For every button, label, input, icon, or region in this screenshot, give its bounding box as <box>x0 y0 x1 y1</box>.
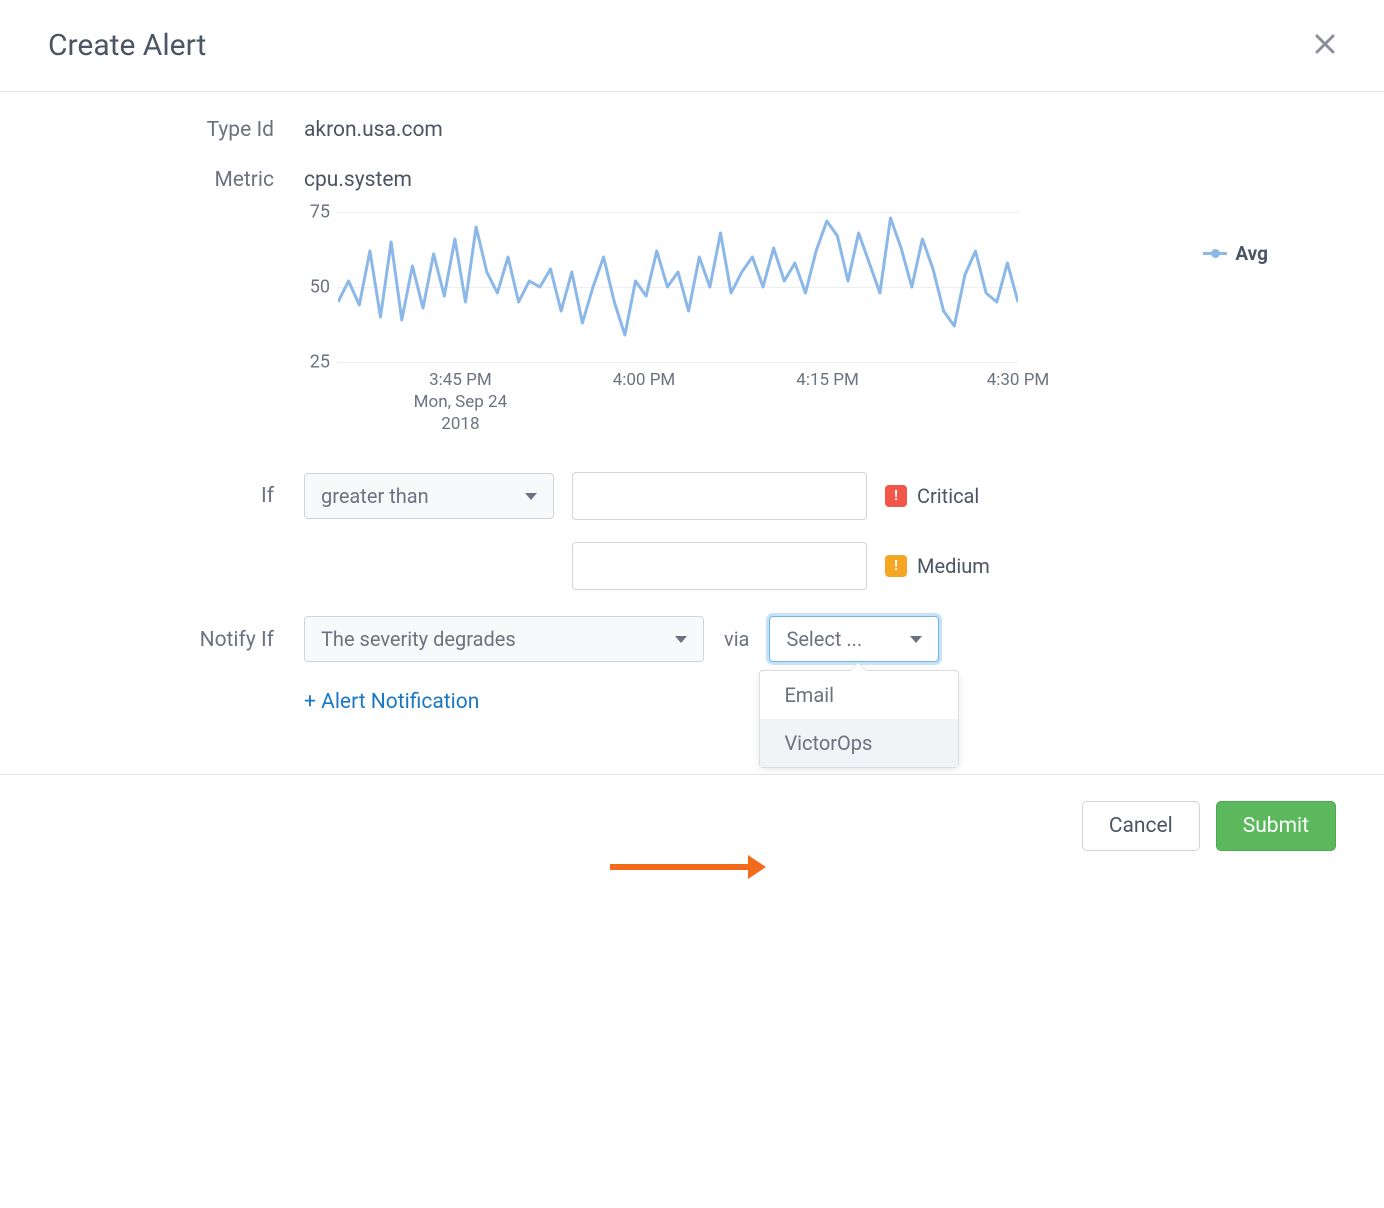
medium-label: Medium <box>917 554 990 578</box>
close-icon[interactable] <box>1314 32 1336 60</box>
critical-badge-icon: ! <box>885 485 907 507</box>
x-date-label: Mon, Sep 24 <box>414 392 507 412</box>
severity-change-dropdown[interactable]: The severity degrades <box>304 616 704 662</box>
y-tick-label: 25 <box>310 352 330 373</box>
x-tick-label: 3:45 PM <box>429 370 492 390</box>
chart-legend: Avg <box>1203 242 1268 265</box>
annotation-arrow <box>610 855 766 861</box>
type-id-value: akron.usa.com <box>304 112 443 142</box>
y-tick-label: 50 <box>310 277 330 298</box>
modal-body: Type Id akron.usa.com Metric cpu.system … <box>0 92 1384 774</box>
comparator-dropdown[interactable]: greater than <box>304 473 554 519</box>
chevron-down-icon <box>525 493 537 500</box>
condition-medium-row: ! Medium <box>572 542 990 590</box>
x-year-label: 2018 <box>441 414 479 434</box>
submit-button[interactable]: Submit <box>1216 801 1336 851</box>
cancel-button[interactable]: Cancel <box>1082 801 1200 851</box>
dropdown-option-victorops[interactable]: VictorOps <box>760 719 958 767</box>
notify-if-label: Notify If <box>48 616 304 652</box>
critical-threshold-input[interactable] <box>572 472 867 520</box>
critical-label: Critical <box>917 484 979 508</box>
row-if: If greater than ! Critical <box>48 472 1336 590</box>
severity-medium: ! Medium <box>885 554 990 578</box>
row-metric: Metric cpu.system <box>48 162 1336 192</box>
metric-chart: Avg 2550753:45 PMMon, Sep 2420184:00 PM4… <box>338 212 1168 442</box>
medium-badge-icon: ! <box>885 555 907 577</box>
x-tick-label: 4:15 PM <box>796 370 859 390</box>
notification-channel-value: Select ... <box>786 627 862 651</box>
modal-header: Create Alert <box>0 0 1384 92</box>
legend-line-icon <box>1203 252 1227 255</box>
row-notify-if: Notify If The severity degrades via Sele… <box>48 616 1336 662</box>
severity-change-value: The severity degrades <box>321 627 516 651</box>
chevron-down-icon <box>910 636 922 643</box>
legend-label: Avg <box>1235 242 1268 265</box>
modal-title: Create Alert <box>48 28 206 63</box>
metric-value: cpu.system <box>304 162 412 192</box>
comparator-value: greater than <box>321 484 429 508</box>
modal-footer: Cancel Submit <box>0 774 1384 877</box>
chart-container: Avg 2550753:45 PMMon, Sep 2420184:00 PM4… <box>48 212 1336 442</box>
x-tick-label: 4:00 PM <box>613 370 676 390</box>
row-add-notification: + Alert Notification <box>48 682 1336 714</box>
condition-critical-row: greater than ! Critical <box>304 472 990 520</box>
chevron-down-icon <box>675 636 687 643</box>
notification-channel-dropdown[interactable]: Select ... <box>769 616 939 662</box>
severity-critical: ! Critical <box>885 484 979 508</box>
x-tick-label: 4:30 PM <box>987 370 1050 390</box>
arrow-line-icon <box>610 864 750 870</box>
if-label: If <box>48 472 304 508</box>
type-id-label: Type Id <box>48 112 304 142</box>
dropdown-option-email[interactable]: Email <box>760 671 958 719</box>
add-alert-notification-link[interactable]: + Alert Notification <box>304 690 479 714</box>
chart-line <box>338 212 1018 366</box>
arrow-head-icon <box>748 855 766 879</box>
row-type-id: Type Id akron.usa.com <box>48 112 1336 142</box>
via-label: via <box>724 627 749 651</box>
medium-threshold-input[interactable] <box>572 542 867 590</box>
create-alert-modal: Create Alert Type Id akron.usa.com Metri… <box>0 0 1384 877</box>
y-tick-label: 75 <box>310 202 330 223</box>
notification-channel-menu: Email VictorOps <box>759 670 959 768</box>
metric-label: Metric <box>48 162 304 192</box>
